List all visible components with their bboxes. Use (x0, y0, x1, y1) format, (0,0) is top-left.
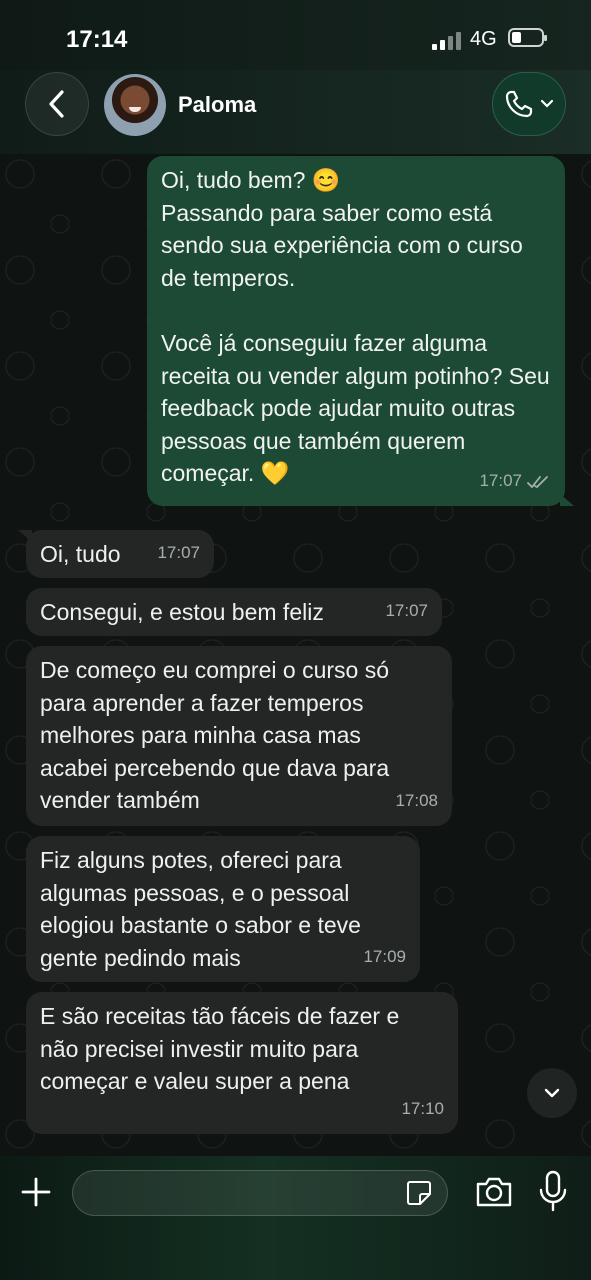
message-text: Oi, tudo bem? 😊 Passando para saber como… (161, 167, 550, 487)
back-button[interactable] (25, 72, 89, 136)
scroll-to-bottom-button[interactable] (527, 1068, 577, 1118)
message-bubble-incoming[interactable]: De começo eu comprei o curso só para apr… (26, 646, 452, 826)
chevron-down-icon (544, 1088, 560, 1098)
message-time: 17:07 (385, 601, 428, 621)
contact-name[interactable]: Paloma (178, 92, 256, 118)
message-time: 17:07 (157, 543, 200, 563)
message-text: Consegui, e estou bem feliz (40, 599, 324, 625)
microphone-icon[interactable] (538, 1170, 568, 1212)
chat-header: Paloma (0, 70, 591, 154)
attach-button[interactable] (18, 1174, 54, 1210)
battery-icon (508, 28, 547, 47)
call-button[interactable] (492, 72, 566, 136)
status-bar: 17:14 4G (0, 0, 591, 70)
camera-icon[interactable] (474, 1174, 514, 1210)
message-bubble-incoming[interactable]: Consegui, e estou bem feliz 17:07 (26, 588, 442, 636)
network-type: 4G (470, 28, 497, 50)
phone-icon (505, 90, 533, 118)
message-bubble-incoming[interactable]: Fiz alguns potes, ofereci para algumas p… (26, 836, 420, 982)
message-text: Fiz alguns potes, ofereci para algumas p… (40, 847, 368, 971)
chevron-down-icon (540, 99, 554, 108)
message-bubble-incoming[interactable]: E são receitas tão fáceis de fazer e não… (26, 992, 458, 1134)
message-time: 17:10 (401, 1099, 444, 1119)
message-meta: 17:07 (479, 465, 551, 498)
sticker-icon[interactable] (405, 1179, 433, 1207)
message-bubble-incoming[interactable]: Oi, tudo 17:07 (18, 530, 214, 578)
double-check-icon (527, 475, 548, 489)
message-time: 17:07 (479, 471, 522, 491)
message-bubble-outgoing[interactable]: Oi, tudo bem? 😊 Passando para saber como… (147, 156, 574, 506)
avatar[interactable] (104, 74, 166, 136)
message-time: 17:09 (363, 947, 406, 967)
chat-area[interactable]: Oi, tudo bem? 😊 Passando para saber como… (0, 154, 591, 1156)
signal-icon (432, 30, 462, 50)
message-text: E são receitas tão fáceis de fazer e não… (40, 1003, 406, 1095)
plus-icon (21, 1177, 51, 1207)
message-time: 17:08 (395, 791, 438, 811)
status-time: 17:14 (66, 26, 128, 53)
back-icon (49, 90, 64, 118)
message-text: De começo eu comprei o curso só para apr… (40, 657, 396, 814)
message-input-container[interactable] (72, 1170, 448, 1216)
message-input[interactable] (89, 1179, 393, 1209)
composer-bar (0, 1156, 591, 1280)
